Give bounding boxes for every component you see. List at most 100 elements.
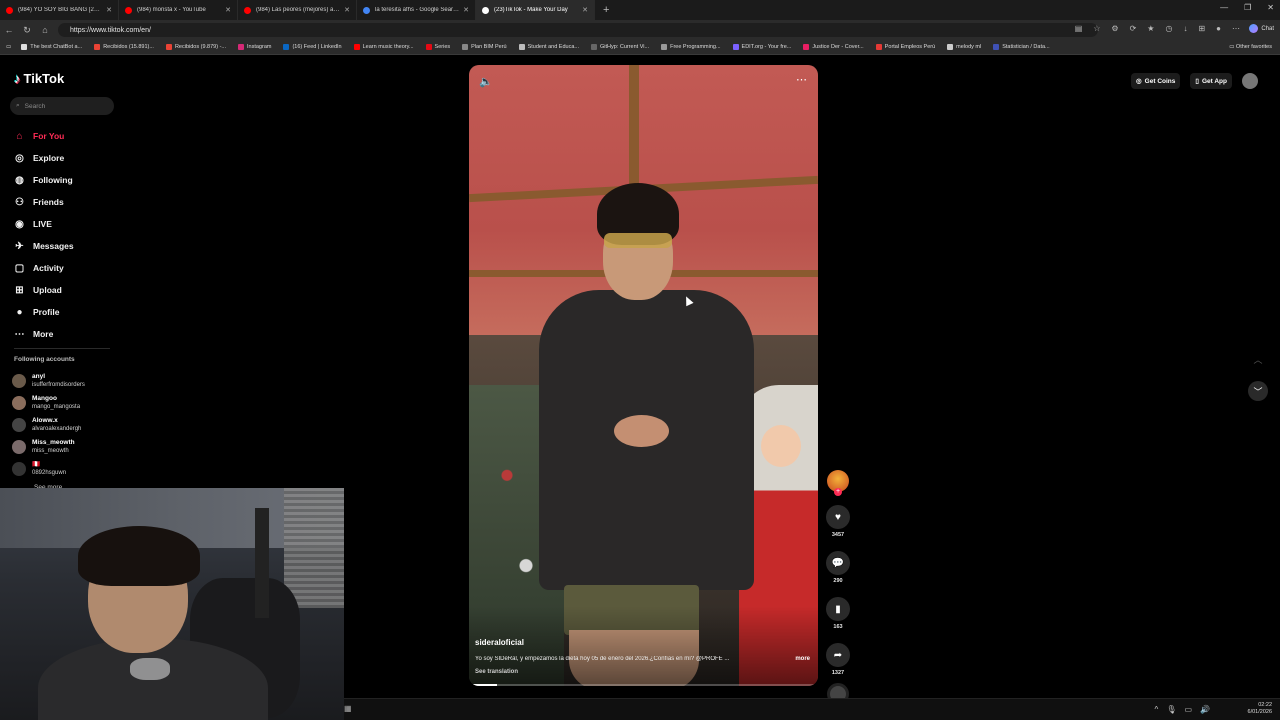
following-account[interactable]: Mangoo mango_mangosta <box>12 392 85 414</box>
get-app-button[interactable]: ▯ Get App <box>1190 73 1232 89</box>
nav-for-you[interactable]: ⌂ For You <box>14 125 74 147</box>
bookmark[interactable]: Student and Educa... <box>518 44 579 50</box>
minimize-icon[interactable]: — <box>1220 3 1228 12</box>
bookmark[interactable]: Portal Empleos Perú <box>875 44 935 50</box>
following-account[interactable]: 🇵🇪 0892hsguwn <box>12 458 85 480</box>
speaker-icon[interactable]: 🔊 <box>1200 705 1210 714</box>
user-avatar[interactable] <box>1242 73 1258 89</box>
close-icon[interactable]: ✕ <box>463 6 469 14</box>
bookmark[interactable]: GitHyp: Current Vi... <box>590 44 649 50</box>
browser-tab[interactable]: (984) monsta x - YouTube ✕ <box>119 0 238 20</box>
menu-icon[interactable]: ⋯ <box>1232 24 1240 33</box>
bookmark[interactable]: Instagram <box>238 44 271 50</box>
bookmarks-bar: ▭ The best ChatBot a... Recibidos (15.89… <box>0 40 1280 55</box>
tray-chevron-icon[interactable]: ^ <box>1155 705 1159 714</box>
bookmark[interactable]: (16) Feed | LinkedIn <box>283 44 342 50</box>
save-button[interactable]: ▮ <box>826 597 850 621</box>
nav-following[interactable]: ◍ Following <box>14 169 74 191</box>
share-button[interactable]: ➦ <box>826 643 850 667</box>
video-progress-bar[interactable] <box>469 684 818 686</box>
taskbar-app-icon[interactable]: ▦ <box>344 704 352 713</box>
apps-icon[interactable]: ⊞ <box>1198 24 1205 33</box>
favorites-icon[interactable]: ★ <box>1147 24 1154 33</box>
like-button[interactable]: ♥ <box>826 505 850 529</box>
person-hands <box>614 415 669 447</box>
tiktok-logo[interactable]: ♪ TikTok <box>14 71 64 86</box>
video-author[interactable]: sideraloficial <box>475 638 524 647</box>
taskbar-clock[interactable]: 02:22 6/01/2026 <box>1248 702 1272 716</box>
more-options-icon[interactable]: ⋯ <box>796 73 808 86</box>
gmail-icon <box>94 44 101 50</box>
follow-plus-icon[interactable]: + <box>834 488 842 496</box>
reader-icon[interactable]: ▤ <box>1075 24 1083 33</box>
previous-video-button[interactable]: ︿ <box>1248 349 1268 369</box>
profile-avatar-icon[interactable]: ● <box>1216 24 1221 33</box>
following-account[interactable]: Miss_meowth miss_meowth <box>12 436 85 458</box>
bookmark[interactable]: melody ml <box>947 44 981 50</box>
nav-friends[interactable]: ⚇ Friends <box>14 191 74 213</box>
url-input[interactable]: https://www.tiktok.com/en/ <box>58 23 1098 37</box>
network-icon[interactable]: ▭ <box>1184 705 1192 714</box>
extensions-icon[interactable]: ⚙ <box>1111 24 1118 33</box>
volume-icon[interactable]: 🔈 <box>479 75 493 88</box>
bookmark-icon <box>803 44 810 50</box>
bookmark[interactable]: The best ChatBot a... <box>21 44 82 50</box>
bookmark[interactable]: Recibidos (15.891)... <box>94 44 154 50</box>
bookmark[interactable]: Justice Der - Cover... <box>803 44 864 50</box>
close-window-icon[interactable]: ✕ <box>1267 3 1274 12</box>
browser-tab-active[interactable]: (23)TikTok - Make Your Day ✕ <box>476 0 595 20</box>
bookmark[interactable]: Recibidos (9.879) -... <box>165 44 226 50</box>
bookmark[interactable]: Learn music theory... <box>353 44 414 50</box>
tiktok-note-icon: ♪ <box>14 71 21 86</box>
nav-explore[interactable]: ◎ Explore <box>14 147 74 169</box>
live-icon: ◉ <box>15 218 24 230</box>
nav-messages[interactable]: ✈ Messages <box>14 235 73 257</box>
heart-icon: ♥ <box>835 511 841 523</box>
browser-tab[interactable]: (984) YO SOY BIG BANG [20/08/1...✕ <box>0 0 119 20</box>
close-icon[interactable]: ✕ <box>582 6 588 14</box>
see-translation-link[interactable]: See translation <box>475 669 518 675</box>
bookmark-icon <box>993 44 1000 50</box>
copilot-chat-button[interactable]: Chat <box>1249 24 1274 33</box>
caption-more-button[interactable]: more <box>795 656 810 662</box>
bookmark[interactable]: Plan BIM Perú <box>462 44 507 50</box>
favorite-star-icon[interactable]: ☆ <box>1093 24 1100 33</box>
close-icon[interactable]: ✕ <box>225 6 231 14</box>
refresh-icon[interactable]: ↻ <box>18 25 36 36</box>
nav-profile[interactable]: ● Profile <box>14 301 74 323</box>
following-account[interactable]: Aloww.x alvaroalexandergh <box>12 414 85 436</box>
back-icon[interactable]: ← <box>0 25 18 35</box>
window-controls: — ❐ ✕ <box>1220 3 1274 12</box>
bookmark[interactable]: Free Programming... <box>661 44 721 50</box>
profile-icon: ● <box>16 306 23 318</box>
nav-more[interactable]: ⋯ More <box>14 323 74 345</box>
close-icon[interactable]: ✕ <box>106 6 112 14</box>
bookmark[interactable]: Series <box>425 44 450 50</box>
close-icon[interactable]: ✕ <box>344 6 350 14</box>
video-player[interactable]: 🔈 ⋯ sideraloficial Yo soy SIDeRal, y emp… <box>469 65 818 686</box>
restore-icon[interactable]: ❐ <box>1244 3 1251 12</box>
chevron-up-icon: ︿ <box>1253 354 1263 365</box>
nav-activity[interactable]: ▢ Activity <box>14 257 74 279</box>
next-video-button[interactable]: ﹀ <box>1248 381 1268 401</box>
browser-tab[interactable]: la teresita afhs - Google Search ✕ <box>357 0 476 20</box>
bookmarks-bar-toggle-icon[interactable]: ▭ <box>6 44 11 50</box>
history-icon[interactable]: ◷ <box>1165 24 1172 33</box>
home-icon[interactable]: ⌂ <box>36 25 54 35</box>
other-favorites[interactable]: ▭ Other favorites <box>1229 44 1272 50</box>
following-account[interactable]: anyl isufferfromdisorders <box>12 370 85 392</box>
get-coins-button[interactable]: ◎ Get Coins <box>1131 73 1181 89</box>
nav-live[interactable]: ◉ LIVE <box>14 213 74 235</box>
nav-upload[interactable]: ⊞ Upload <box>14 279 74 301</box>
author-avatar[interactable]: + <box>827 470 849 496</box>
microphone-icon[interactable]: 🎙 <box>1166 705 1176 714</box>
browser-tab-bar: (984) YO SOY BIG BANG [20/08/1...✕ (984)… <box>0 0 1280 20</box>
bookmark[interactable]: EDIT.org - Your fre... <box>732 44 791 50</box>
sync-icon[interactable]: ⟳ <box>1130 24 1137 33</box>
bookmark[interactable]: Statistician / Data... <box>993 44 1050 50</box>
search-input[interactable]: ⌕ Search <box>10 97 114 115</box>
comment-button[interactable]: 💬 <box>826 551 850 575</box>
downloads-icon[interactable]: ↓ <box>1183 24 1187 33</box>
browser-tab[interactable]: (984) Las peores (mejores) audicio...✕ <box>238 0 357 20</box>
new-tab-button[interactable]: + <box>595 4 617 16</box>
